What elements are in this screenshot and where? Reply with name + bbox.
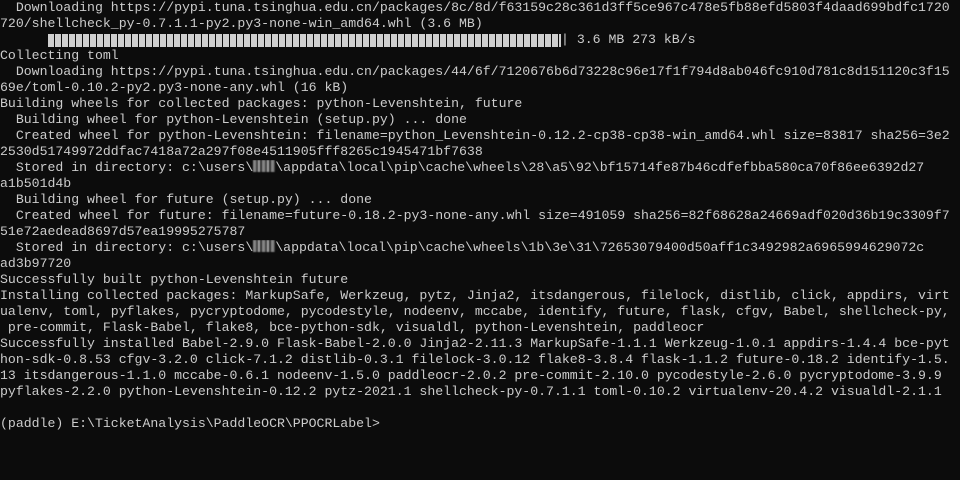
- redacted-username: [253, 160, 276, 172]
- terminal-output-line: Building wheels for collected packages: …: [0, 96, 523, 111]
- terminal-output-line: Collecting toml: [0, 48, 119, 63]
- terminal-output-line: 51e72aedead8697d57ea19995275787: [0, 224, 246, 239]
- terminal-output-line: pre-commit, Flask-Babel, flake8, bce-pyt…: [0, 320, 705, 335]
- terminal-output-line: Downloading https://pypi.tuna.tsinghua.e…: [0, 0, 950, 15]
- terminal-output-line: Building wheel for future (setup.py) ...…: [0, 192, 372, 207]
- stored-directory-line-1: Stored in directory: c:\users\ \appdata\l…: [0, 160, 925, 175]
- redacted-username: [253, 240, 276, 252]
- terminal-window[interactable]: Downloading https://pypi.tuna.tsinghua.e…: [0, 0, 960, 480]
- download-progress-bar: [48, 33, 561, 47]
- terminal-output-line: 2530d51749972ddfac7418a72a297f08e4511905…: [0, 144, 483, 159]
- terminal-output-line: 69e/toml-0.10.2-py2.py3-none-any.whl (16…: [0, 80, 349, 95]
- stored-directory-line-2: Stored in directory: c:\users\ \appdata\l…: [0, 240, 925, 255]
- terminal-output-line: hon-sdk-0.8.53 cfgv-3.2.0 click-7.1.2 di…: [0, 352, 950, 367]
- terminal-output-line: Created wheel for python-Levenshtein: fi…: [0, 128, 950, 143]
- terminal-output-line: ualenv, toml, pyflakes, pycryptodome, py…: [0, 304, 950, 319]
- terminal-output-line: 13 itsdangerous-1.1.0 mccabe-0.6.1 nodee…: [0, 368, 942, 383]
- terminal-output-line: 720/shellcheck_py-0.7.1.1-py2.py3-none-w…: [0, 16, 483, 31]
- terminal-output-line: Created wheel for future: filename=futur…: [0, 208, 950, 223]
- terminal-output-line: Successfully installed Babel-2.9.0 Flask…: [0, 336, 950, 351]
- terminal-output-line: Building wheel for python-Levenshtein (s…: [0, 112, 467, 127]
- download-progress-text: | 3.6 MB 273 kB/s: [561, 32, 696, 47]
- terminal-output-line: Installing collected packages: MarkupSaf…: [0, 288, 950, 303]
- command-prompt[interactable]: (paddle) E:\TicketAnalysis\PaddleOCR\PPO…: [0, 416, 960, 432]
- stored-directory-line-2-cont: ad3b97720: [0, 256, 72, 271]
- stored-directory-line-1-cont: a1b501d4b: [0, 176, 72, 191]
- terminal-output-line: Downloading https://pypi.tuna.tsinghua.e…: [0, 64, 950, 79]
- terminal-output-line: pyflakes-2.2.0 python-Levenshtein-0.12.2…: [0, 384, 942, 399]
- download-progress-row: | 3.6 MB 273 kB/s: [0, 32, 960, 48]
- terminal-output-line: Successfully built python-Levenshtein fu…: [0, 272, 349, 287]
